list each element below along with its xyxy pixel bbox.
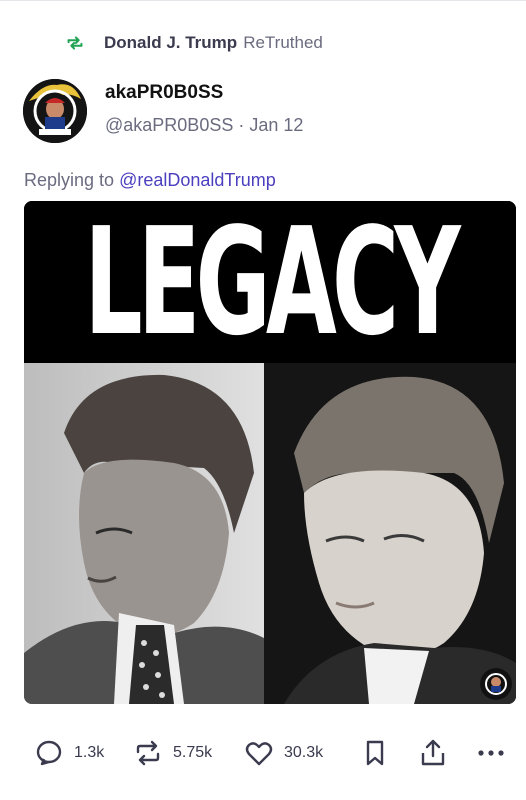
retruth-header: Donald J. Trump ReTruthed bbox=[64, 31, 323, 55]
retruth-count: 5.75k bbox=[173, 744, 213, 761]
avatar[interactable] bbox=[23, 79, 87, 143]
top-divider bbox=[0, 0, 526, 1]
image-headline: LEGACY bbox=[84, 201, 460, 368]
share-icon bbox=[421, 739, 445, 766]
watermark-logo bbox=[480, 668, 512, 700]
headline-band: LEGACY bbox=[24, 201, 516, 363]
reply-prefix: Replying to bbox=[24, 170, 115, 190]
post-meta: @akaPR0B0SS · Jan 12 bbox=[105, 115, 303, 136]
more-button[interactable] bbox=[476, 730, 506, 776]
reply-count: 1.3k bbox=[74, 744, 105, 761]
reply-context: Replying to @realDonaldTrump bbox=[24, 170, 276, 191]
reply-to-link[interactable]: @realDonaldTrump bbox=[119, 170, 276, 190]
post-image[interactable]: LEGACY bbox=[24, 201, 516, 704]
photo-left bbox=[24, 363, 264, 704]
retruth-label: ReTruthed bbox=[243, 33, 323, 52]
post-actions: 1.3k 5.75k 30.3k bbox=[0, 730, 526, 776]
reply-icon bbox=[36, 740, 62, 766]
reply-button[interactable]: 1.3k bbox=[34, 730, 104, 776]
post-date[interactable]: Jan 12 bbox=[249, 115, 303, 135]
more-icon bbox=[478, 750, 504, 756]
photo-right bbox=[264, 363, 516, 704]
retruth-button[interactable]: 5.75k bbox=[133, 730, 212, 776]
share-button[interactable] bbox=[418, 730, 448, 776]
post-author-handle[interactable]: @akaPR0B0SS bbox=[105, 115, 233, 135]
retruth-user-name[interactable]: Donald J. Trump bbox=[104, 33, 237, 53]
bookmark-icon bbox=[366, 740, 384, 766]
retruth-action-icon bbox=[136, 740, 160, 766]
retruth-icon bbox=[67, 36, 83, 50]
bookmark-button[interactable] bbox=[360, 730, 390, 776]
avatar-image bbox=[23, 79, 87, 143]
like-icon bbox=[245, 742, 273, 766]
like-count: 30.3k bbox=[284, 744, 324, 761]
meta-separator: · bbox=[238, 115, 245, 135]
like-button[interactable]: 30.3k bbox=[244, 730, 323, 776]
post-author-name[interactable]: akaPR0B0SS bbox=[105, 82, 223, 104]
